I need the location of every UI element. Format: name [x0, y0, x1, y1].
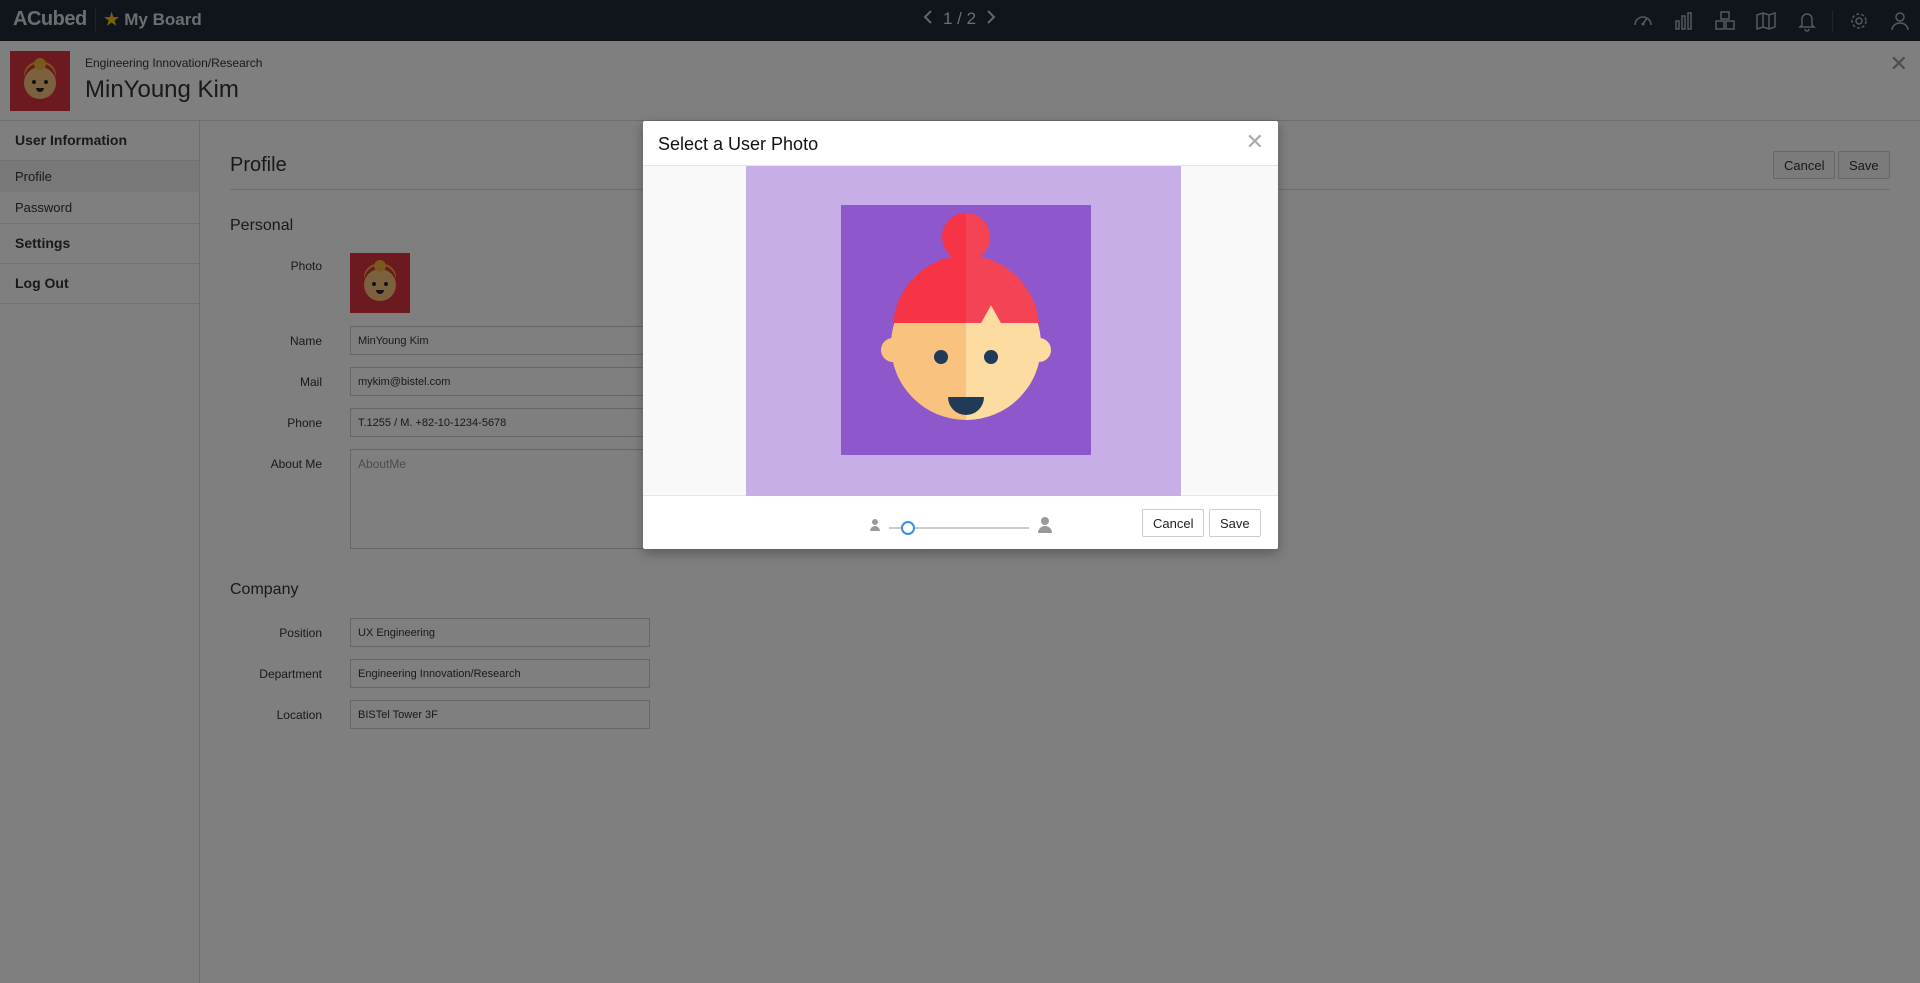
- zoom-slider-handle[interactable]: [901, 520, 915, 535]
- small-person-icon[interactable]: [869, 518, 881, 537]
- zoom-control: [869, 516, 1053, 539]
- dialog-save-button[interactable]: Save: [1209, 509, 1261, 537]
- dialog-footer: Cancel Save: [643, 496, 1278, 549]
- photo-crop-area: [643, 166, 1278, 496]
- dialog-cancel-button[interactable]: Cancel: [1142, 509, 1205, 537]
- zoom-slider[interactable]: [889, 520, 1029, 535]
- dialog-title: Select a User Photo: [658, 134, 819, 154]
- dialog-header: Select a User Photo ✕: [643, 121, 1278, 166]
- close-icon[interactable]: ✕: [1246, 131, 1264, 153]
- crop-selection[interactable]: [841, 205, 1091, 455]
- avatar-image: [881, 213, 1051, 420]
- crop-canvas[interactable]: [746, 166, 1181, 496]
- select-photo-dialog: Select a User Photo ✕ Cancel Save: [643, 121, 1278, 549]
- large-person-icon[interactable]: [1037, 516, 1053, 539]
